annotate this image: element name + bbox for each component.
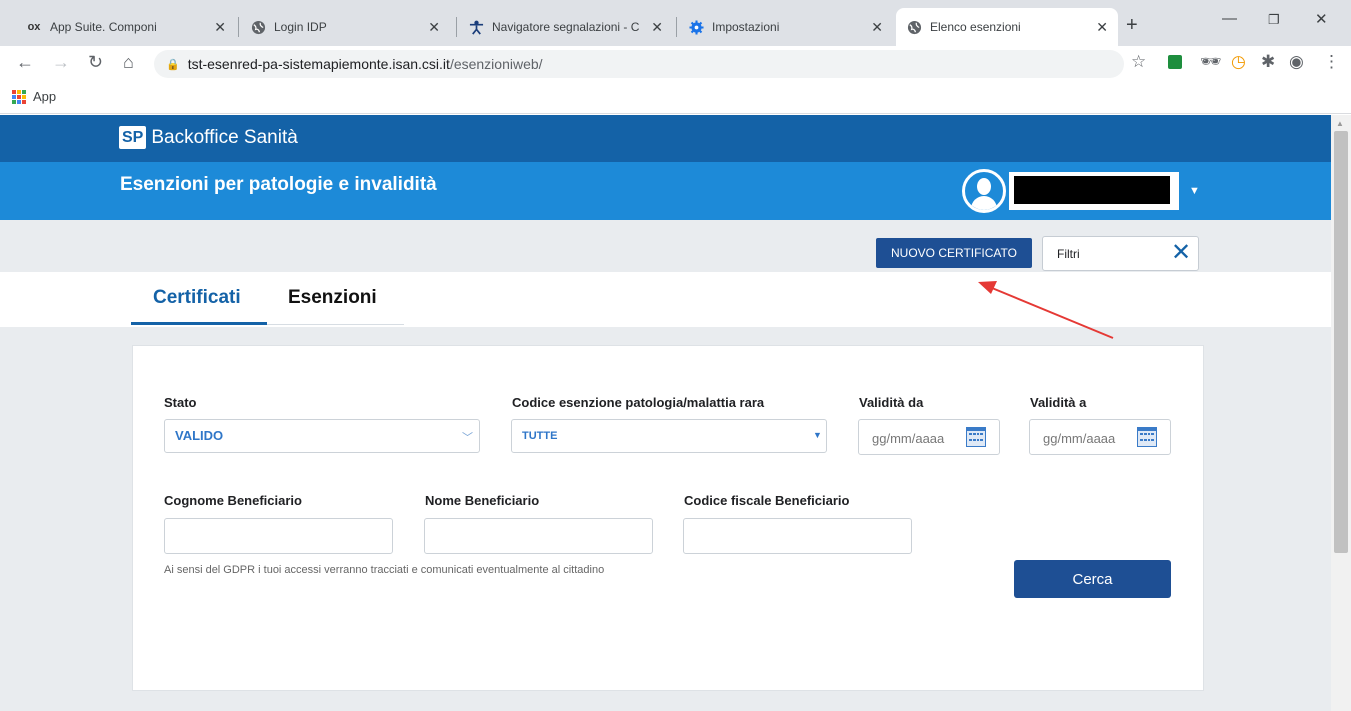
globe-icon [250,19,266,35]
ox-logo-icon: ox [27,21,41,33]
bookmark-star-icon[interactable]: ☆ [1131,52,1146,72]
green-extension-icon[interactable] [1168,55,1182,69]
tab-separator [676,17,677,37]
tab-title: Navigatore segnalazioni - C [492,20,640,34]
incognito-extension-icon[interactable]: 🕶 [1200,52,1222,72]
close-icon[interactable]: ✕ [428,19,440,36]
scrollbar-thumb[interactable] [1334,131,1348,553]
close-icon[interactable]: ✕ [651,19,663,36]
scroll-up-arrow-icon[interactable]: ▲ [1336,119,1344,128]
tab-title: Elenco esenzioni [930,20,1021,34]
address-bar[interactable]: 🔒 tst-esenred-pa-sistemapiemonte.isan.cs… [154,50,1124,78]
bookmark-apps-label: App [33,89,57,104]
tab-separator [456,17,457,37]
browser-tab-elenco-esenzioni[interactable]: Elenco esenzioni ✕ [896,8,1118,46]
annotation-arrow [978,281,1114,339]
browser-tab-login-idp[interactable]: Login IDP ✕ [240,8,450,46]
tab-separator [238,17,239,37]
apps-grid-icon [12,89,26,104]
person-icon [468,19,484,35]
browser-tab-strip: ox App Suite. Componi ✕ Login IDP ✕ Navi… [0,0,1351,46]
tab-title: Login IDP [274,20,327,34]
reload-icon[interactable]: ↻ [88,52,103,73]
browser-tab-navigatore[interactable]: Navigatore segnalazioni - C ✕ [458,8,673,46]
close-window-button[interactable]: ✕ [1315,10,1328,28]
puzzle-extensions-icon[interactable]: ✱ [1261,52,1275,72]
clock-extension-icon[interactable]: ◷ [1231,52,1246,72]
forward-arrow-icon[interactable]: → [52,52,70,73]
lock-icon: 🔒 [166,58,180,71]
bookmark-apps[interactable]: App [12,89,56,104]
minimize-button[interactable]: — [1222,10,1237,27]
globe-icon [906,19,922,35]
page-scrollbar[interactable]: ▲ [1331,115,1351,711]
bookmarks-bar: App [0,82,1351,114]
tab-title: Impostazioni [712,20,780,34]
tab-title: App Suite. Componi [50,20,157,34]
home-icon[interactable]: ⌂ [123,52,134,73]
close-icon[interactable]: ✕ [1096,19,1108,36]
close-icon[interactable]: ✕ [214,19,226,36]
restore-button[interactable]: ❐ [1268,12,1280,28]
url-path: /esenzioniweb/ [449,56,543,72]
menu-kebab-icon[interactable]: ⋮ [1323,52,1340,72]
new-tab-button[interactable]: + [1126,14,1138,37]
close-icon[interactable]: ✕ [871,19,883,36]
url-host: tst-esenred-pa-sistemapiemonte.isan.csi.… [187,56,450,72]
browser-tab-impostazioni[interactable]: Impostazioni ✕ [678,8,893,46]
browser-tab-app-suite[interactable]: ox App Suite. Componi ✕ [16,8,236,46]
profile-icon[interactable]: ◉ [1289,52,1304,72]
back-arrow-icon[interactable]: ← [16,52,34,73]
page-content: SP Backoffice Sanità Esenzioni per patol… [0,115,1331,711]
browser-toolbar: ← → ↻ ⌂ 🔒 tst-esenred-pa-sistemapiemonte… [0,46,1351,82]
gear-icon [688,19,704,35]
